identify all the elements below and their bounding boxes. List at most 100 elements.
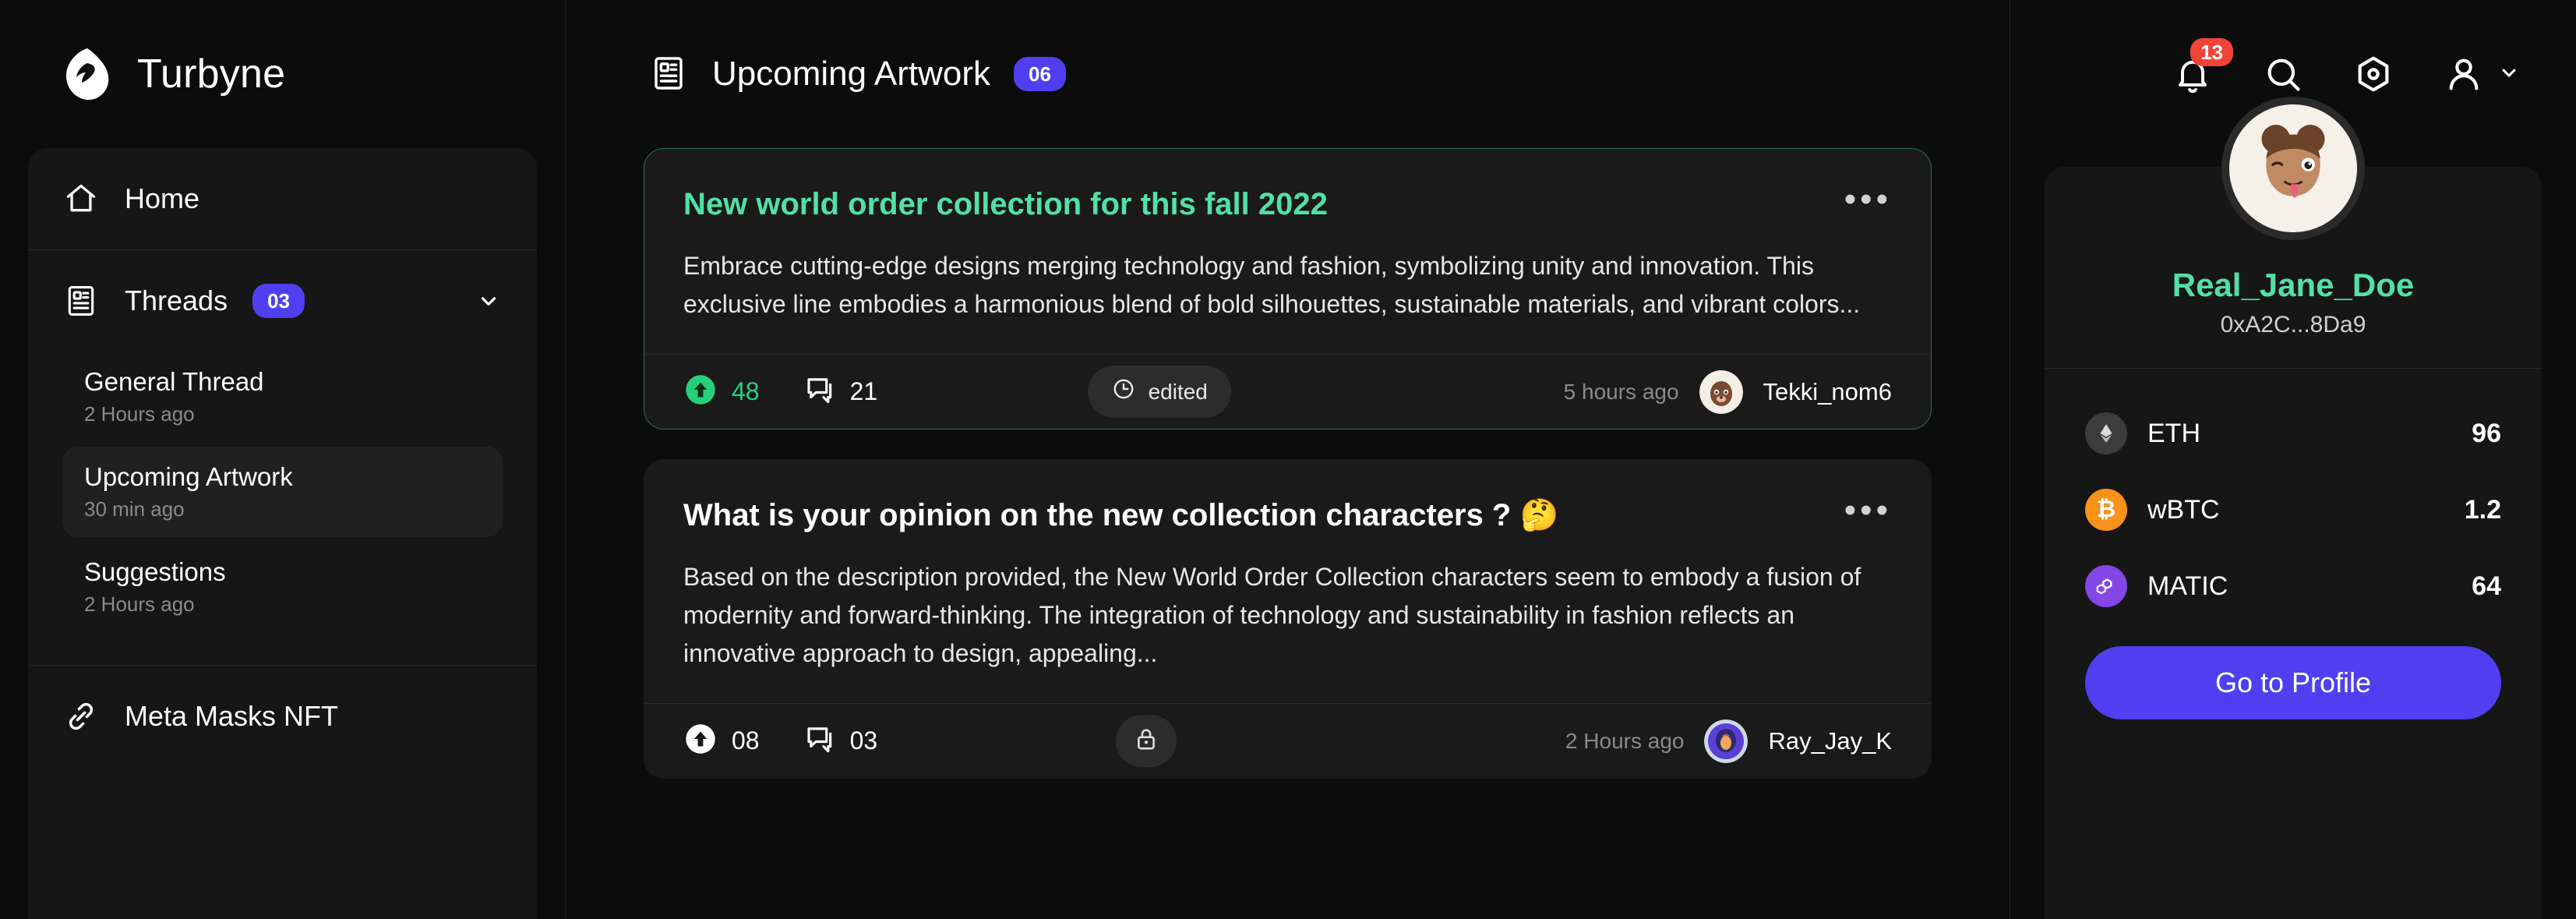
comment-count: 03 [849,726,878,755]
sidebar-item-threads[interactable]: Threads 03 [62,250,503,352]
avatar [1699,369,1743,414]
thread-list: General Thread 2 Hours ago Upcoming Artw… [62,352,503,665]
sidebar-section-home: Home [28,148,537,249]
upvote-count: 48 [732,377,760,406]
post-author[interactable]: Tekki_nom6 [1763,378,1892,406]
upvote-arrow-icon [683,722,718,760]
brand-name: Turbyne [137,51,286,97]
profile-address[interactable]: 0xA2C...8Da9 [2045,312,2542,338]
polygon-icon [2085,565,2127,607]
token-value: 96 [2472,418,2501,448]
post-body-wrap: New world order collection for this fall… [644,149,1931,354]
page-title: Upcoming Artwork [712,55,991,93]
post-body-wrap: What is your opinion on the new collecti… [644,460,1931,703]
token-row-matic[interactable]: MATIC 64 [2085,548,2501,624]
upvote-control[interactable]: 48 [683,373,760,411]
link-icon [62,698,100,735]
upvote-arrow-icon [683,373,718,411]
post-footer: 08 03 2 Hours ago Ray_Jay_K [644,703,1931,778]
thread-time: 30 min ago [84,497,185,521]
thread-time: 2 Hours ago [84,592,195,616]
profile-name: Real_Jane_Doe [2172,267,2415,303]
token-list: ETH 96 ₿ wBTC 1.2 MATIC 64 [2045,369,2542,624]
upvote-count: 08 [732,726,760,755]
comment-icon [803,723,836,759]
token-value: 64 [2472,571,2501,601]
home-icon [62,180,100,217]
left-sidebar: Turbyne Home Threads 03 General Thread 2… [0,0,566,919]
right-panel: 13 Real_Jane_Doe 0xA2C...8Da9 ETH 96 ₿ w… [2010,0,2576,919]
avatar [1704,719,1749,763]
thread-item-general[interactable]: General Thread 2 Hours ago [62,352,503,442]
sidebar-item-meta-masks-nft[interactable]: Meta Masks NFT [62,666,503,767]
chevron-down-icon[interactable] [475,287,503,315]
notifications-button[interactable]: 13 [2169,38,2233,97]
sidebar-item-home-label: Home [125,182,200,214]
sidebar-section-nft: Meta Masks NFT [28,665,537,767]
thread-item-upcoming-artwork[interactable]: Upcoming Artwork 30 min ago [62,447,503,537]
turbyne-logo-icon [58,44,117,104]
comment-control[interactable]: 03 [803,723,878,759]
thread-title: Upcoming Artwork [84,462,293,491]
feed-header: Upcoming Artwork 06 [566,0,2010,148]
settings-button[interactable] [2350,51,2397,97]
token-row-wbtc[interactable]: ₿ wBTC 1.2 [2085,472,2501,548]
comment-icon [803,373,836,410]
sidebar-section-threads: Threads 03 General Thread 2 Hours ago Up… [28,249,537,665]
post-footer: 48 21 edited 5 hours ago Tekki_nom6 [644,354,1931,429]
post-title: What is your opinion on the new collecti… [683,498,1559,533]
post-title: New world order collection for this fall… [683,187,1328,221]
sidebar-item-home[interactable]: Home [62,148,503,249]
ethereum-icon [2085,412,2127,454]
threads-icon [650,55,689,94]
sidebar-panel: Home Threads 03 General Thread 2 Hours a… [28,148,537,919]
post-header: What is your opinion on the new collecti… [683,493,1892,535]
threads-icon [62,282,100,320]
account-menu[interactable] [2440,51,2520,97]
post-meta: 5 hours ago Tekki_nom6 [1563,369,1892,414]
thread-title: General Thread [84,367,264,396]
post-text: Based on the description provided, the N… [683,563,1861,667]
thread-time: 2 Hours ago [84,402,195,426]
token-row-eth[interactable]: ETH 96 [2085,395,2501,472]
notification-count-badge: 13 [2190,38,2233,66]
more-options-icon[interactable]: ••• [1844,182,1892,216]
search-button[interactable] [2260,51,2306,97]
thread-title: Suggestions [84,557,226,586]
post-meta: 2 Hours ago Ray_Jay_K [1565,719,1892,763]
post-text: Embrace cutting-edge designs merging tec… [683,252,1861,318]
token-symbol: wBTC [2147,494,2220,525]
center-feed: Upcoming Artwork 06 New world order coll… [566,0,2010,919]
sidebar-item-threads-label: Threads [125,285,228,316]
header-count-badge: 06 [1014,57,1066,91]
status-badge-label: edited [1148,379,1208,404]
app-root: Turbyne Home Threads 03 General Thread 2… [0,0,2576,919]
post-time: 5 hours ago [1563,379,1679,404]
post-author[interactable]: Ray_Jay_K [1768,727,1892,755]
post-header: New world order collection for this fall… [683,182,1892,224]
profile-avatar [2221,97,2365,240]
post-time: 2 Hours ago [1565,728,1685,753]
token-value: 1.2 [2464,494,2501,525]
lock-icon [1133,726,1159,756]
sidebar-item-nft-label: Meta Masks NFT [125,700,339,732]
thread-item-suggestions[interactable]: Suggestions 2 Hours ago [62,542,503,632]
user-icon [2440,51,2487,97]
threads-count-badge: 03 [252,284,305,318]
brand[interactable]: Turbyne [0,0,565,148]
more-options-icon[interactable]: ••• [1844,493,1892,527]
token-symbol: ETH [2147,418,2200,448]
post-card[interactable]: What is your opinion on the new collecti… [644,459,1932,779]
comment-control[interactable]: 21 [803,373,878,410]
profile-card: Real_Jane_Doe 0xA2C...8Da9 ETH 96 ₿ wBTC… [2045,97,2542,919]
upvote-control[interactable]: 08 [683,722,760,760]
chevron-down-icon [2498,62,2520,87]
post-card[interactable]: New world order collection for this fall… [644,148,1932,430]
status-badge: edited [1087,366,1231,419]
token-symbol: MATIC [2147,571,2228,601]
clock-icon [1111,376,1136,407]
go-to-profile-button[interactable]: Go to Profile [2085,646,2501,719]
post-list: New world order collection for this fall… [566,148,2010,808]
comment-count: 21 [849,377,878,406]
bitcoin-icon: ₿ [2085,489,2127,531]
